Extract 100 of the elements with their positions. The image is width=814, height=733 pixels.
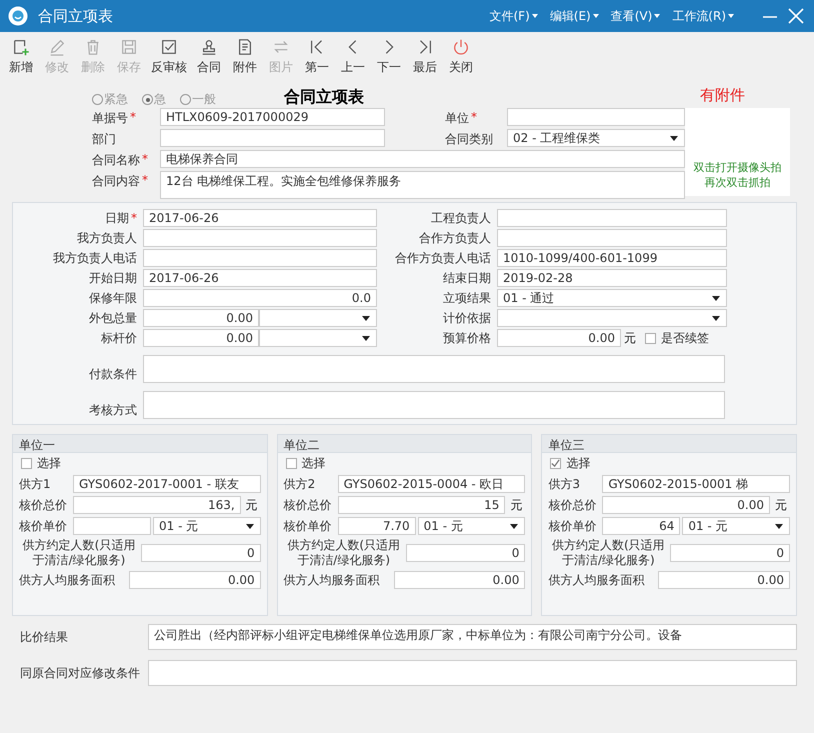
dropdown[interactable] — [259, 309, 377, 327]
unit-label: 元 — [775, 496, 788, 514]
field-label: 预算价格 — [443, 330, 491, 344]
input-field[interactable]: 0.00 — [143, 329, 259, 347]
field-label: 结束日期 — [443, 270, 491, 284]
dropdown[interactable]: 01 - 元 — [153, 517, 261, 535]
check-icon — [551, 459, 560, 468]
input-field[interactable]: 0 — [141, 544, 261, 562]
panel-header: 单位二 — [278, 435, 532, 453]
field-label: 供方人均服务面积 — [19, 572, 116, 588]
required-mark: * — [471, 110, 477, 126]
input-field[interactable]: GYS0602-2017-0001 - 联友 — [73, 475, 261, 493]
renewal-checkbox[interactable]: 是否续签 — [645, 330, 709, 346]
input-field[interactable] — [497, 209, 727, 227]
input-field[interactable]: 2017-06-26 — [143, 209, 377, 227]
field-label: 工程负责人 — [431, 210, 491, 224]
field-label: 供方人均服务面积 — [548, 572, 646, 588]
toolbar-button[interactable]: 附件 — [228, 36, 262, 86]
menu-item[interactable]: 查看(V) — [608, 8, 662, 24]
input-field[interactable]: 0 — [670, 544, 790, 562]
input-field[interactable]: 0.00 — [394, 571, 526, 589]
menu-item[interactable]: 编辑(E) — [548, 8, 601, 24]
field-label: 单据号 — [92, 110, 128, 127]
toolbar-button[interactable]: 最后 — [408, 36, 442, 86]
input-field[interactable]: 1010-1099/400-601-1099 — [497, 249, 727, 267]
input-field[interactable] — [73, 517, 151, 535]
toolbar-button[interactable]: 下一 — [372, 36, 406, 86]
input-field[interactable]: 64 — [602, 517, 680, 535]
text-area[interactable] — [143, 391, 725, 419]
camera-hint: 再次双击抓拍 — [704, 175, 770, 190]
input-field[interactable]: 163, — [73, 496, 241, 514]
input-field[interactable]: 2019-02-28 — [497, 269, 727, 287]
input-field[interactable] — [143, 249, 377, 267]
select-checkbox[interactable]: 选择 — [550, 455, 790, 472]
input-field[interactable] — [143, 229, 377, 247]
input-field[interactable]: HTLX0609-2017000029 — [160, 108, 385, 126]
toolbar-button[interactable]: 第一 — [300, 36, 334, 86]
field-label: 付款条件 — [88, 366, 138, 383]
text-area[interactable] — [148, 660, 797, 686]
toolbar-button[interactable]: 上一 — [336, 36, 370, 86]
input-field[interactable] — [160, 129, 385, 147]
panel-header: 单位一 — [13, 435, 267, 453]
menu-item[interactable]: 文件(F) — [488, 8, 540, 24]
menu-item[interactable]: 工作流(R) — [670, 8, 736, 24]
input-field[interactable]: 0 — [406, 544, 526, 562]
camera-hint: 双击打开摄像头拍 — [694, 160, 782, 175]
field-label: 我方负责人 — [77, 230, 137, 244]
close-icon[interactable] — [788, 8, 804, 24]
select-checkbox[interactable]: 选择 — [21, 455, 261, 472]
dropdown[interactable]: 02 - 工程维保类 — [507, 129, 685, 147]
text-area[interactable] — [143, 355, 725, 383]
field-label: 核价总价 — [19, 496, 68, 514]
pencil-icon — [48, 38, 66, 56]
input-field[interactable]: 0.00 — [129, 571, 261, 589]
dropdown[interactable]: 01 - 元 — [418, 517, 526, 535]
field-label: 标杆价 — [101, 330, 137, 344]
field-label: 比价结果 — [19, 628, 69, 646]
caret-icon — [532, 14, 538, 18]
toolbar-button[interactable]: 关闭 — [444, 36, 478, 86]
toolbar-button[interactable]: 新增 — [4, 36, 38, 86]
input-field[interactable]: 2017-06-26 — [143, 269, 377, 287]
required-mark: * — [131, 210, 137, 224]
attachment-note: 有附件 — [700, 86, 745, 105]
input-field[interactable]: 0.00 — [143, 309, 259, 327]
dropdown[interactable] — [497, 309, 727, 327]
field-label: 日期 — [105, 210, 129, 224]
field-label: 单位 — [445, 110, 469, 127]
input-field[interactable]: 7.70 — [338, 517, 416, 535]
caret-icon — [775, 524, 784, 529]
toolbar-button[interactable]: 反审核 — [148, 36, 190, 86]
window-title: 合同立项表 — [38, 6, 113, 26]
select-checkbox[interactable]: 选择 — [286, 455, 526, 472]
dropdown[interactable]: 01 - 元 — [682, 517, 790, 535]
field-label: 合同内容 — [92, 173, 140, 190]
field-label: 外包总量 — [89, 310, 137, 324]
dropdown[interactable]: 01 - 通过 — [497, 289, 727, 307]
field-label: 核价单价 — [284, 518, 333, 534]
input-field[interactable]: 电梯保养合同 — [160, 150, 685, 168]
text-area[interactable]: 公司胜出（经内部评标小组评定电梯维保单位选用原厂家，中标单位为：有限公司南宁分公司。设备 — [148, 624, 797, 650]
stamp-icon — [200, 38, 218, 56]
toolbar-button[interactable]: 合同 — [192, 36, 226, 86]
save-icon — [120, 38, 138, 56]
required-mark: * — [130, 110, 136, 126]
photo-area[interactable]: 双击打开摄像头拍 再次双击抓拍 — [685, 108, 790, 196]
input-field[interactable] — [507, 108, 685, 126]
dropdown[interactable] — [259, 329, 377, 347]
field-label: 部门 — [92, 131, 116, 148]
checkbox-icon — [160, 38, 178, 56]
input-field[interactable]: 0.00 — [602, 496, 770, 514]
input-field[interactable]: 0.0 — [143, 289, 377, 307]
field-label: 计价依据 — [443, 310, 491, 324]
input-field[interactable]: 0.00 — [497, 329, 621, 347]
input-field[interactable]: 12台 电梯维保工程。实施全包维修保养服务 — [160, 171, 685, 199]
field-label: 合作方负责人电话 — [395, 250, 491, 264]
input-field[interactable]: GYS0602-2015-0004 - 欧日 — [338, 475, 526, 493]
input-field[interactable]: GYS0602-2015-0001 梯 — [602, 475, 790, 493]
caret-icon — [362, 336, 370, 341]
input-field[interactable] — [497, 229, 727, 247]
input-field[interactable]: 0.00 — [658, 571, 790, 589]
input-field[interactable]: 15 — [338, 496, 506, 514]
